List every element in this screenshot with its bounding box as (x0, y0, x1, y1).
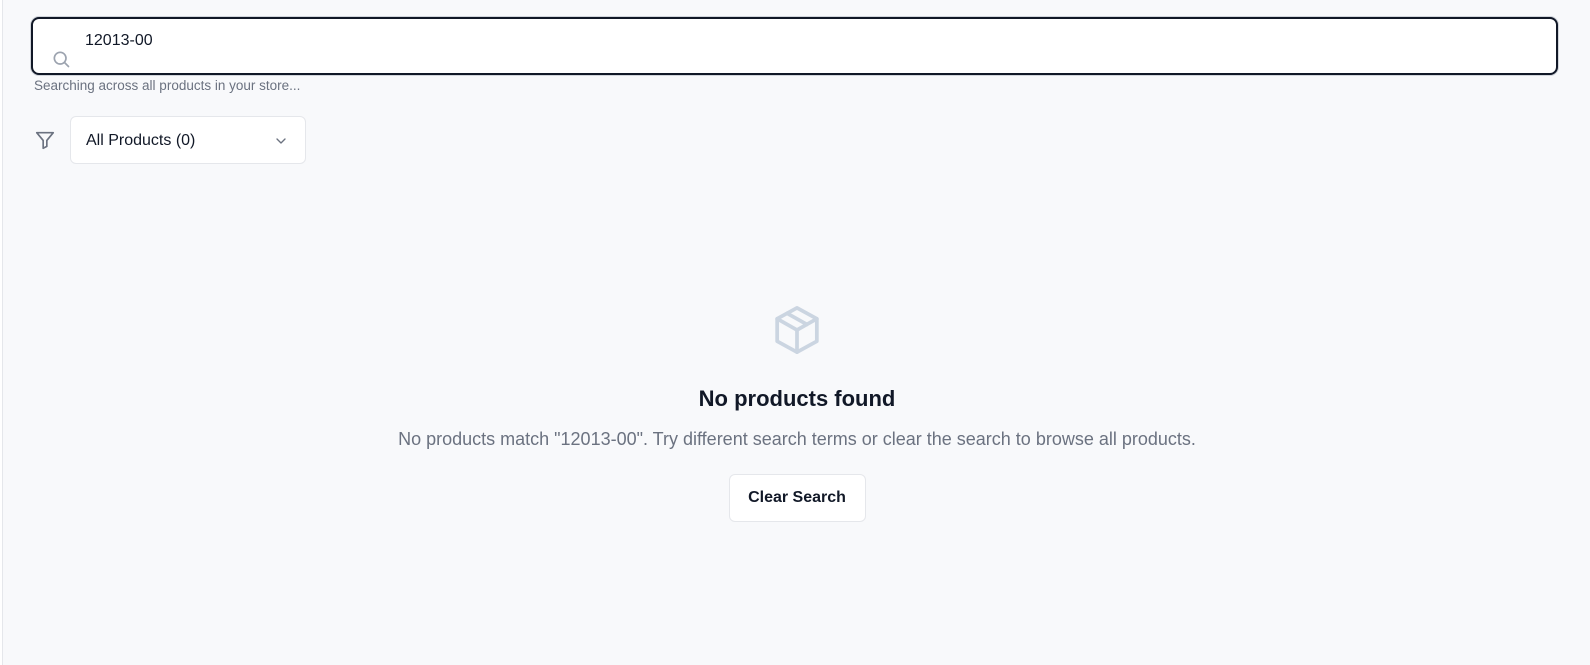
products-page: Searching across all products in your st… (2, 0, 1590, 665)
product-filter-value: All Products (0) (86, 132, 196, 149)
clear-search-button[interactable]: Clear Search (728, 474, 866, 522)
empty-state: No products found No products match "120… (3, 302, 1590, 522)
chevron-down-icon (276, 138, 286, 144)
search-input[interactable] (85, 27, 1485, 55)
box-icon (775, 305, 819, 355)
filter-icon (35, 131, 55, 150)
search-box[interactable] (31, 17, 1558, 75)
search-helper-text: Searching across all products in your st… (34, 78, 301, 93)
search-icon (53, 51, 70, 68)
product-filter-select[interactable]: All Products (0) (70, 116, 306, 164)
empty-state-title: No products found (698, 386, 896, 411)
empty-state-description: No products match "12013-00". Try differ… (398, 429, 1196, 449)
